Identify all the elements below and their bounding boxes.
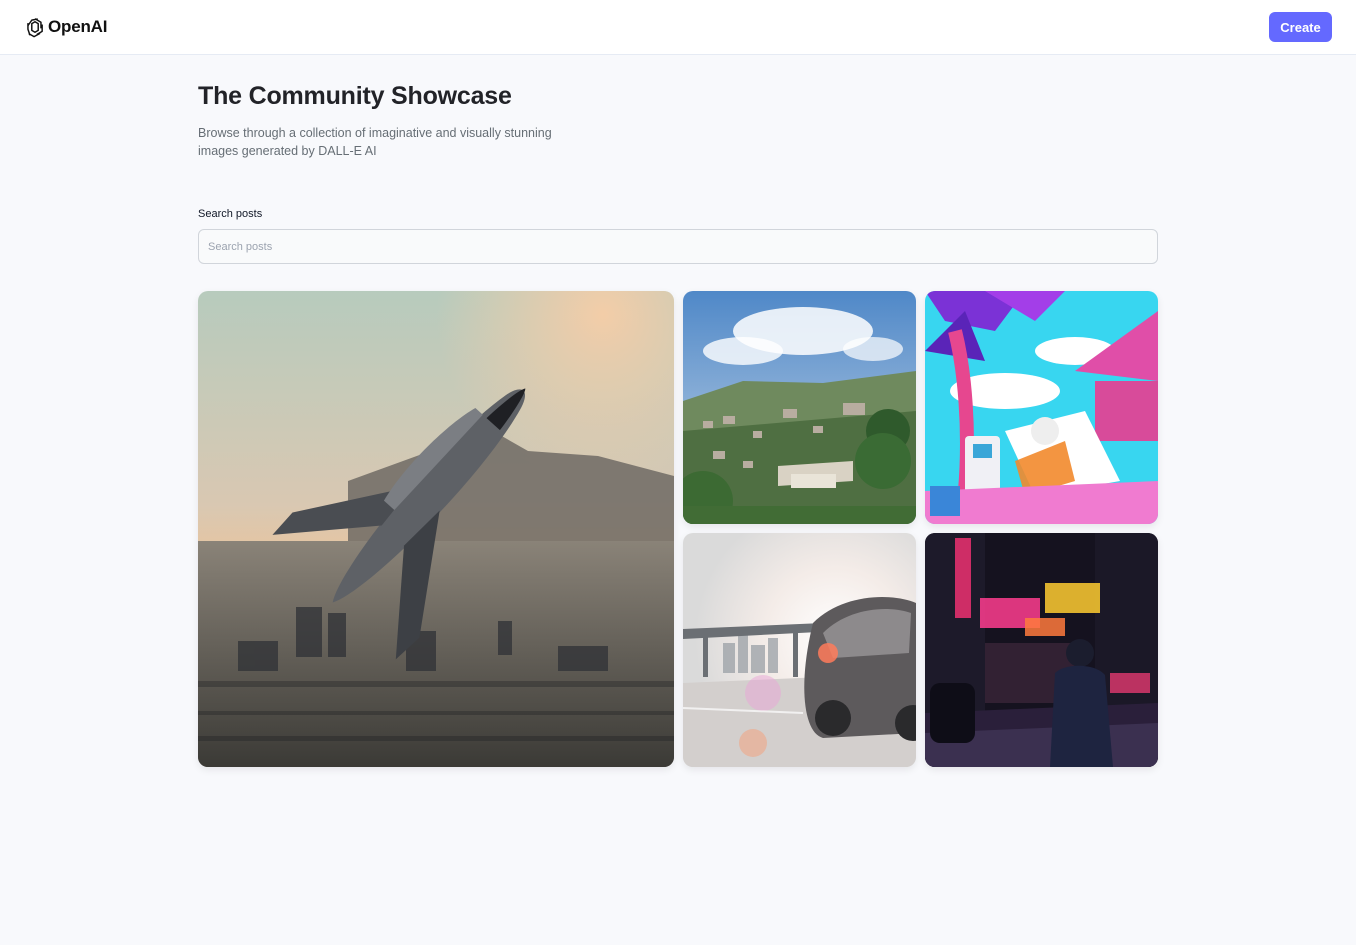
create-button[interactable]: Create — [1269, 12, 1332, 42]
post-image — [198, 291, 674, 767]
page-subtitle: Browse through a collection of imaginati… — [198, 126, 552, 158]
openai-logo[interactable]: OpenAI — [24, 16, 107, 38]
openai-logo-icon — [27, 18, 43, 38]
posts-grid — [198, 291, 1158, 767]
showcase-section: The Community Showcase Browse through a … — [198, 55, 1158, 767]
post-card-shuttle[interactable] — [198, 291, 674, 767]
post-card-neon-astronaut[interactable] — [925, 291, 1158, 524]
search-input[interactable] — [198, 229, 1158, 264]
brand-name: OpenAI — [48, 17, 108, 36]
post-image — [683, 291, 916, 524]
post-card-neon-street[interactable] — [925, 533, 1158, 767]
post-image — [925, 533, 1158, 767]
top-navbar: OpenAI Create — [0, 0, 1356, 55]
post-card-hillside-town[interactable] — [683, 291, 916, 524]
post-image — [683, 533, 916, 767]
search-label: Search posts — [198, 208, 263, 220]
post-card-car-highway[interactable] — [683, 533, 916, 767]
post-image — [925, 291, 1158, 524]
page-title: The Community Showcase — [198, 82, 512, 110]
